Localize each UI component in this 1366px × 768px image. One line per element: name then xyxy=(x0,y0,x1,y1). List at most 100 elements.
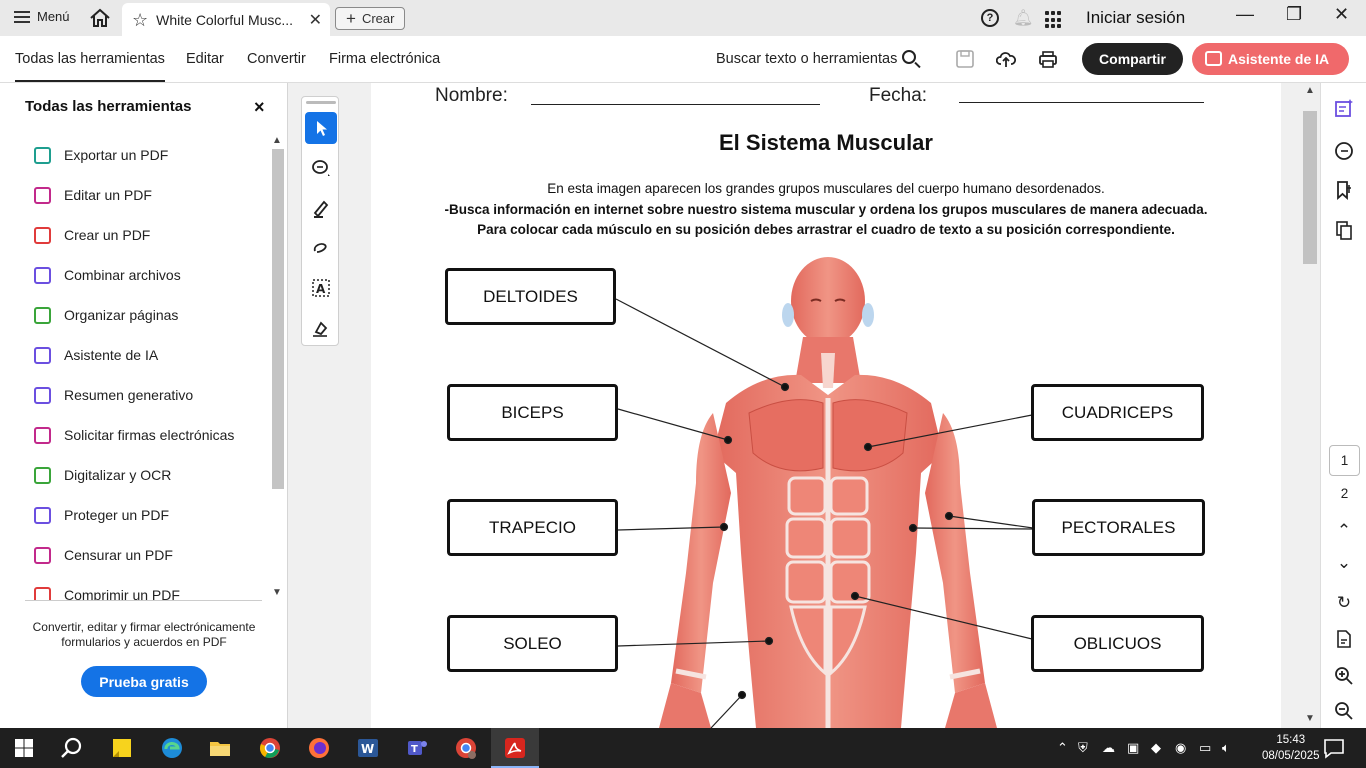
label-box-pectorales[interactable]: PECTORALES xyxy=(1032,499,1205,556)
sticky-notes-icon[interactable] xyxy=(110,736,134,760)
share-button[interactable]: Compartir xyxy=(1082,43,1183,75)
upload-cloud-icon[interactable] xyxy=(996,50,1016,68)
chrome-profile-icon[interactable] xyxy=(454,736,478,760)
create-button[interactable]: + Crear xyxy=(335,7,406,30)
label-box-trapecio[interactable]: TRAPECIO xyxy=(447,499,618,556)
onedrive-tray-icon[interactable]: ☁ xyxy=(1102,740,1115,756)
zoom-out-icon[interactable] xyxy=(1334,701,1354,721)
toolbar-grip[interactable] xyxy=(306,101,336,104)
scan-ocr-icon xyxy=(34,466,51,484)
app-tray-icon[interactable]: ▣ xyxy=(1127,740,1139,756)
window-close-icon[interactable]: ✕ xyxy=(1334,4,1349,25)
panel-scrollbar[interactable]: ▲ ▼ xyxy=(270,133,285,603)
tool-item[interactable]: Solicitar firmas electrónicas xyxy=(0,415,262,455)
panel-close-icon[interactable]: × xyxy=(254,97,265,118)
close-icon[interactable]: ✕ xyxy=(309,10,322,30)
restore-icon[interactable]: ❐ xyxy=(1286,4,1302,25)
previous-page-icon[interactable]: ⌃ xyxy=(1334,521,1354,541)
vpn-tray-icon[interactable]: ◆ xyxy=(1151,740,1161,756)
security-tray-icon[interactable]: ⛨ xyxy=(1078,740,1088,756)
print-icon[interactable] xyxy=(1038,50,1058,68)
meet-tray-icon[interactable]: ◉ xyxy=(1175,740,1186,756)
bell-icon[interactable]: 🔔︎ xyxy=(1013,8,1033,27)
tool-item[interactable]: Crear un PDF xyxy=(0,215,262,255)
chrome-icon[interactable] xyxy=(258,736,282,760)
network-tray-icon[interactable]: ▭ xyxy=(1199,740,1211,756)
search-icon[interactable] xyxy=(902,50,916,64)
select-tool-button[interactable] xyxy=(305,112,337,144)
page-view-icon[interactable] xyxy=(1334,629,1354,649)
ai-assistant-button[interactable]: Asistente de IA xyxy=(1192,43,1349,75)
volume-tray-icon[interactable]: 🔈︎ xyxy=(1222,740,1230,756)
label-box-biceps[interactable]: BICEPS xyxy=(447,384,618,441)
protect-pdf-icon xyxy=(34,506,51,524)
bookmark-rail-icon[interactable] xyxy=(1334,180,1354,200)
word-icon[interactable]: W xyxy=(356,736,380,760)
tab-edit[interactable]: Editar xyxy=(186,51,224,67)
tab-e-signature[interactable]: Firma electrónica xyxy=(329,51,440,67)
tool-item[interactable]: Exportar un PDF xyxy=(0,135,262,175)
generative-summary-rail-icon[interactable] xyxy=(1334,98,1354,118)
tool-item[interactable]: Combinar archivos xyxy=(0,255,262,295)
sign-tool-button[interactable] xyxy=(305,312,337,344)
minimize-icon[interactable]: — xyxy=(1236,4,1254,25)
svg-text:W: W xyxy=(361,742,374,756)
tool-item[interactable]: Organizar páginas xyxy=(0,295,262,335)
tool-item[interactable]: Resumen generativo xyxy=(0,375,262,415)
free-trial-button[interactable]: Prueba gratis xyxy=(81,666,207,697)
acrobat-icon[interactable] xyxy=(503,736,527,760)
search-taskbar-icon[interactable] xyxy=(60,736,84,760)
page-number-2[interactable]: 2 xyxy=(1329,478,1360,509)
tool-item[interactable]: Editar un PDF xyxy=(0,175,262,215)
help-icon[interactable]: ? xyxy=(981,9,999,27)
scroll-down-icon[interactable]: ▼ xyxy=(272,587,282,598)
next-page-icon[interactable]: ⌄ xyxy=(1334,553,1354,573)
label-box-cuadriceps[interactable]: CUADRICEPS xyxy=(1031,384,1204,441)
tab-convert[interactable]: Convertir xyxy=(247,51,306,67)
label-box-deltoides[interactable]: DELTOIDES xyxy=(445,268,616,325)
system-clock[interactable]: 15:43 08/05/2025 xyxy=(1262,732,1320,764)
tool-item[interactable]: Proteger un PDF xyxy=(0,495,262,535)
doc-scroll-up-icon[interactable]: ▲ xyxy=(1305,85,1315,96)
scroll-up-icon[interactable]: ▲ xyxy=(272,135,282,146)
tray-overflow-icon[interactable]: ⌃ xyxy=(1057,740,1068,756)
doc-scroll-down-icon[interactable]: ▼ xyxy=(1305,713,1315,724)
edge-browser-icon[interactable] xyxy=(160,736,184,760)
tool-item-label: Crear un PDF xyxy=(64,227,151,243)
tool-item[interactable]: Censurar un PDF xyxy=(0,535,262,575)
document-tab[interactable]: ☆ White Colorful Musc... ✕ xyxy=(122,3,330,36)
highlight-tool-button[interactable] xyxy=(305,192,337,224)
apps-grid-icon[interactable] xyxy=(1045,11,1063,29)
zoom-in-icon[interactable] xyxy=(1334,666,1354,686)
pages-rail-icon[interactable] xyxy=(1334,220,1354,240)
comment-tool-button[interactable] xyxy=(305,152,337,184)
tools-menu-bar: Todas las herramientas Editar Convertir … xyxy=(0,36,1366,83)
windows-start-icon[interactable] xyxy=(12,736,36,760)
teams-icon[interactable]: T xyxy=(405,736,429,760)
sign-in-link[interactable]: Iniciar sesión xyxy=(1086,8,1185,28)
page-number-1[interactable]: 1 xyxy=(1329,445,1360,476)
save-icon[interactable] xyxy=(955,50,975,68)
notifications-icon[interactable] xyxy=(1322,736,1346,760)
menu-button[interactable]: Menú xyxy=(14,9,70,24)
label-box-soleo[interactable]: SOLEO xyxy=(447,615,618,672)
tab-all-tools[interactable]: Todas las herramientas xyxy=(15,51,165,82)
tool-item[interactable]: Comprimir un PDF xyxy=(0,575,262,601)
document-scroll-thumb[interactable] xyxy=(1303,111,1317,264)
document-scrollbar[interactable]: ▲ ▼ xyxy=(1300,83,1320,728)
comments-rail-icon[interactable] xyxy=(1334,141,1354,161)
label-box-oblicuos[interactable]: OBLICUOS xyxy=(1031,615,1204,672)
panel-scroll-thumb[interactable] xyxy=(272,149,284,489)
rotate-icon[interactable]: ↻ xyxy=(1334,593,1354,613)
search-tools-label[interactable]: Buscar texto o herramientas xyxy=(716,51,897,67)
tool-item[interactable]: Asistente de IA xyxy=(0,335,262,375)
title-bar: Menú ☆ White Colorful Musc... ✕ + Crear … xyxy=(0,0,1366,36)
star-icon[interactable]: ☆ xyxy=(132,11,148,29)
text-tool-button[interactable]: A xyxy=(305,272,337,304)
tool-item[interactable]: Digitalizar y OCR xyxy=(0,455,262,495)
ai-sparkle-icon xyxy=(1205,51,1222,66)
draw-tool-button[interactable] xyxy=(305,232,337,264)
home-icon[interactable] xyxy=(89,8,111,28)
firefox-icon[interactable] xyxy=(307,736,331,760)
file-explorer-icon[interactable] xyxy=(208,736,232,760)
